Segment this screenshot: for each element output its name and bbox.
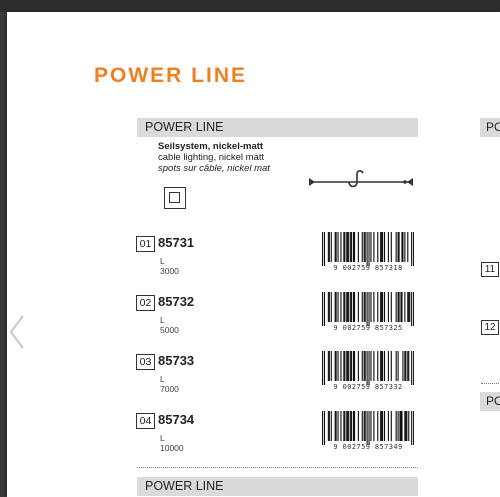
barcode-digits: 9 002759 857325 xyxy=(333,324,403,332)
chevron-left-icon[interactable] xyxy=(7,312,27,352)
right-item-number: 12 xyxy=(481,320,499,335)
barcode-digits: 9 002759 857349 xyxy=(333,443,403,451)
right-section-header: PO xyxy=(480,118,500,137)
right-item-number: 11 xyxy=(481,262,499,277)
left-gutter xyxy=(0,12,7,497)
barcode-bars xyxy=(322,351,415,385)
section-divider xyxy=(137,467,418,468)
cable-hook-icon xyxy=(309,170,413,188)
window-top-bar xyxy=(0,0,500,12)
barcode-bars xyxy=(322,292,415,326)
barcode-digits: 9 002759 857318 xyxy=(333,264,403,272)
item-length: L 5000 xyxy=(160,315,179,335)
desc-english: cable lighting, nickel matt xyxy=(158,152,265,163)
item-code: 85731 xyxy=(158,235,195,250)
section-description: Seilsystem, nickel-matt cable lighting, … xyxy=(158,141,270,174)
item-code: 85734 xyxy=(158,412,195,427)
desc-german: Seilsystem, nickel-matt xyxy=(158,141,264,152)
section-header: POWER LINE xyxy=(137,118,418,137)
barcode: 9 002759 857325 xyxy=(322,292,415,332)
desc-french: spots sur câble, nickel mat xyxy=(158,163,270,174)
barcode-digits: 9 002759 857332 xyxy=(333,383,403,391)
item-code: 85733 xyxy=(158,353,195,368)
next-section-header: POWER LINE xyxy=(137,477,418,496)
item-number: 03 xyxy=(136,354,155,370)
barcode: 9 002759 857332 xyxy=(322,351,415,391)
barcode-bars xyxy=(322,411,415,445)
barcode-bars xyxy=(322,232,415,266)
catalog-page: POWER LINE POWER LINE Seilsystem, nickel… xyxy=(7,12,500,497)
double-square-icon xyxy=(164,187,186,209)
right-divider xyxy=(481,383,500,384)
item-number: 04 xyxy=(136,413,155,429)
item-number: 02 xyxy=(136,295,155,311)
barcode: 9 002759 857349 xyxy=(322,411,415,451)
page-title: POWER LINE xyxy=(94,64,248,87)
item-length: L 10000 xyxy=(160,433,184,453)
item-code: 85732 xyxy=(158,294,195,309)
item-length: L 3000 xyxy=(160,256,179,276)
right-section-header: PO xyxy=(480,392,500,411)
item-length: L 7000 xyxy=(160,374,179,394)
barcode: 9 002759 857318 xyxy=(322,232,415,272)
item-number: 01 xyxy=(136,236,155,252)
